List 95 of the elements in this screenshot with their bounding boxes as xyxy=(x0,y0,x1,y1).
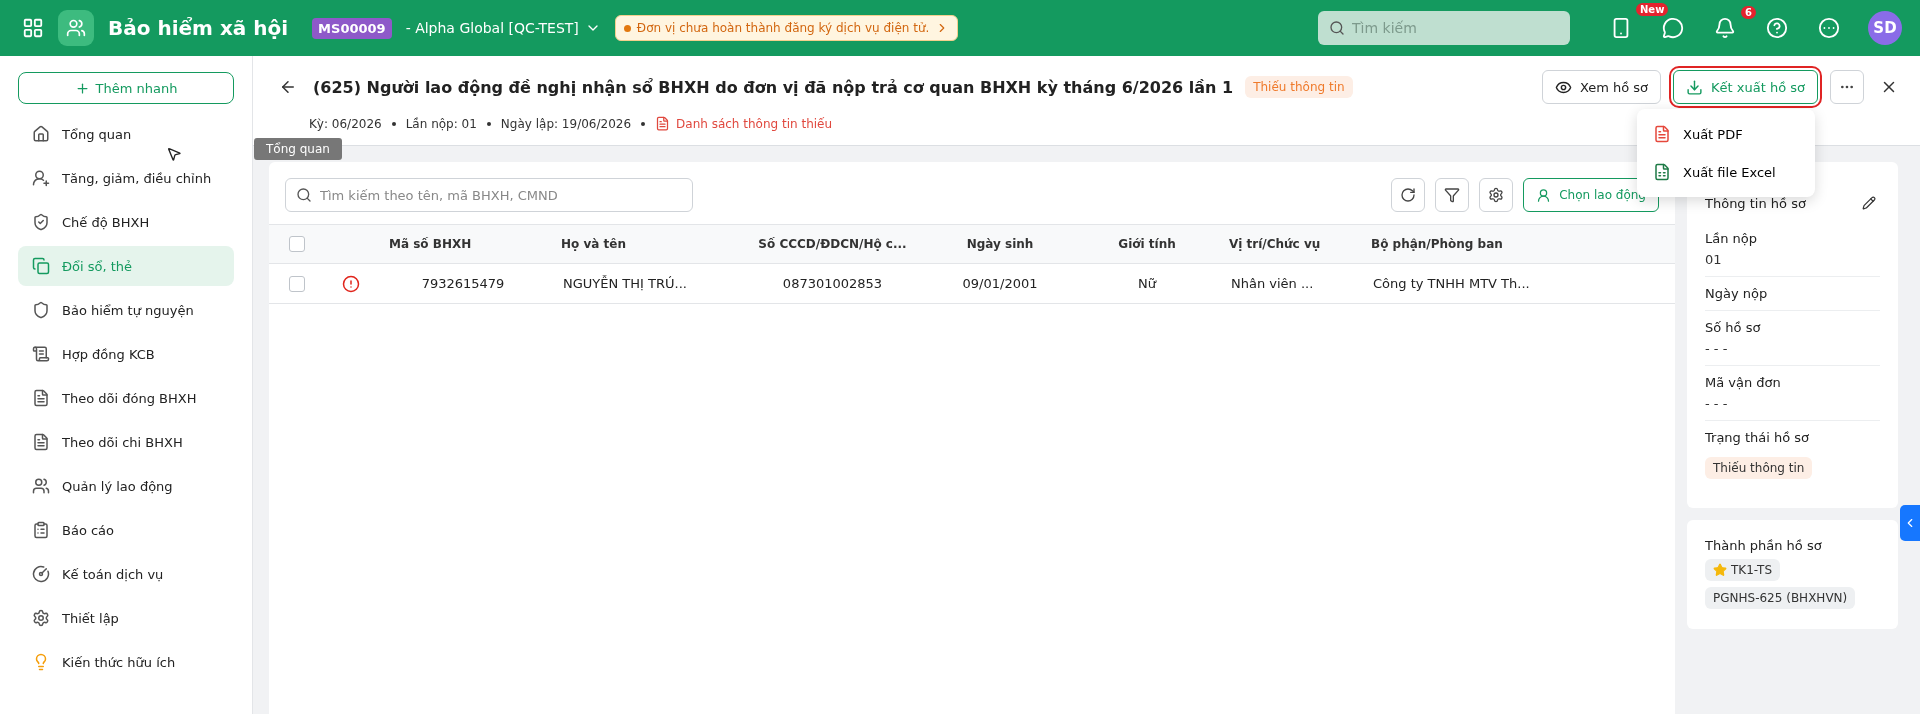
table-cell-text: NGUYỄN THỊ TRÚ... xyxy=(562,274,688,293)
column-header[interactable]: Vị trí/Chức vụ xyxy=(1217,225,1359,263)
organization-dropdown[interactable]: - Alpha Global [QC-TEST] xyxy=(405,20,601,36)
scroll-icon xyxy=(32,345,50,363)
row-checkbox[interactable] xyxy=(289,275,305,292)
column-header[interactable]: Số CCCD/ĐDCN/Hộ c... xyxy=(742,225,923,263)
sidebar-item[interactable]: Quản lý lao động xyxy=(18,466,234,506)
shield-icon xyxy=(32,301,50,319)
column-header[interactable]: Ngày sinh xyxy=(923,225,1077,263)
app-title: Bảo hiểm xã hội xyxy=(108,16,289,40)
panel-title: Thành phần hồ sơ xyxy=(1705,538,1823,553)
table-cell-text: 087301002853 xyxy=(781,275,884,293)
field-label: Ngày nộp xyxy=(1705,286,1769,301)
bell-icon xyxy=(1714,17,1736,39)
field-value: - - - xyxy=(1705,341,1729,356)
view-record-button[interactable]: Xem hồ sơ xyxy=(1541,70,1662,104)
sidebar-item[interactable]: Bảo hiểm tự nguyện xyxy=(18,290,234,330)
chat-icon xyxy=(1662,17,1684,39)
home-icon xyxy=(32,125,50,143)
pencil-icon xyxy=(1862,196,1876,210)
gauge-icon xyxy=(32,565,50,583)
table-row[interactable]: 7932615479 NGUYỄN THỊ TRÚ... 087301002853 09/01/2001 Nữ Nhân viên ... Công ty TNHH MTV Th... xyxy=(269,264,1675,304)
refresh-button[interactable] xyxy=(1391,178,1426,212)
document-icon xyxy=(32,433,50,451)
sidebar-item[interactable]: Theo dõi chi BHXH xyxy=(18,422,234,462)
search-field[interactable]: Tìm kiếm xyxy=(1318,11,1570,45)
field-label: Mã vận đơn xyxy=(1705,375,1782,390)
panel-title: Thông tin hồ sơ xyxy=(1705,195,1806,211)
table-cell-text: Nhân viên ... xyxy=(1230,275,1315,293)
table-cell-text: 7932615479 xyxy=(420,275,506,293)
select-all-checkbox[interactable] xyxy=(289,236,305,252)
filter-icon xyxy=(1444,187,1461,203)
table-search-field[interactable]: Tìm kiếm theo tên, mã BHXH, CMND xyxy=(285,178,693,212)
status-tag: Thiếu thông tin xyxy=(1705,457,1813,479)
component-tag: TK1-TS xyxy=(1705,559,1780,581)
download-icon xyxy=(1686,78,1704,96)
document-icon xyxy=(655,116,671,131)
meta-text: Ngày lập: 19/06/2026 xyxy=(500,116,632,131)
notice-dot xyxy=(623,24,631,32)
notification-count: 6 xyxy=(1741,6,1756,19)
field-value: 01 xyxy=(1705,252,1723,267)
apps-menu-icon[interactable] xyxy=(22,17,44,39)
more-icon xyxy=(1818,17,1840,39)
pdf-file-icon xyxy=(1653,125,1671,143)
tooltip: Tổng quan xyxy=(254,138,342,160)
status-tag: Thiếu thông tin xyxy=(1245,76,1353,98)
column-header[interactable]: Bộ phận/Phòng ban xyxy=(1359,225,1587,263)
component-tag: PGNHS-625 (BHXHVN) xyxy=(1705,587,1856,609)
document-icon xyxy=(32,389,50,407)
meta-text: Kỳ: 06/2026 xyxy=(309,116,382,131)
sidebar-item[interactable]: Kiến thức hữu ích xyxy=(18,642,234,682)
users-icon xyxy=(66,18,86,38)
field-label: Trạng thái hồ sơ xyxy=(1705,430,1811,445)
shield-icon xyxy=(32,213,50,231)
column-header[interactable]: Mã số BHXH xyxy=(377,225,549,263)
filter-button[interactable] xyxy=(1435,178,1470,212)
clipboard-icon xyxy=(32,521,50,539)
column-header[interactable]: Giới tính xyxy=(1077,225,1217,263)
settings-button[interactable] xyxy=(1479,178,1514,212)
user-icon xyxy=(1536,187,1552,203)
table-cell-text: Công ty TNHH MTV Th... xyxy=(1372,275,1531,293)
cursor-icon xyxy=(166,146,182,162)
user-plus-icon xyxy=(32,169,50,187)
page-title: (625) Người lao động đề nghị nhận sổ BHXH do đơn vị đã nộp trả cơ quan BHXH kỳ tháng 6/2026 lần 1 xyxy=(313,77,1234,97)
settings-icon xyxy=(32,609,50,627)
column-header[interactable]: Họ và tên xyxy=(549,225,742,263)
sidebar-item[interactable]: Thiết lập xyxy=(18,598,234,638)
table-cell-text: Nữ xyxy=(1137,275,1158,293)
meta-text: Lần nộp: 01 xyxy=(405,116,477,131)
copy-icon xyxy=(32,257,50,275)
table-cell-text: 09/01/2001 xyxy=(961,275,1039,293)
menu-item[interactable]: Xuất PDF xyxy=(1637,115,1815,153)
notice-banner[interactable]: Đơn vị chưa hoàn thành đăng ký dịch vụ điện tử. xyxy=(614,15,959,41)
quick-add-button[interactable]: Thêm nhanh xyxy=(18,72,234,104)
user-avatar[interactable]: SD xyxy=(1868,11,1902,45)
field-label: Lần nộp xyxy=(1705,231,1759,246)
sidebar-item[interactable]: Tổng quan xyxy=(18,114,234,154)
refresh-icon xyxy=(1400,187,1417,203)
sidebar-item[interactable]: Hợp đồng KCB xyxy=(18,334,234,374)
new-badge: New xyxy=(1636,3,1669,16)
plus-icon xyxy=(74,80,90,96)
collapse-button[interactable] xyxy=(1900,505,1920,541)
sidebar-item[interactable]: Chế độ BHXH xyxy=(18,202,234,242)
settings-icon xyxy=(1488,187,1505,203)
sidebar-item[interactable]: Tăng, giảm, điều chỉnh xyxy=(18,158,234,198)
field-label: Số hồ sơ xyxy=(1705,320,1762,335)
field-value: - - - xyxy=(1705,396,1729,411)
org-code-tag: MS00009 xyxy=(312,17,392,39)
missing-info-link[interactable]: Danh sách thông tin thiếu xyxy=(655,116,833,131)
spreadsheet-icon xyxy=(1653,163,1671,181)
sidebar-item[interactable]: Theo dõi đóng BHXH xyxy=(18,378,234,418)
sidebar-item[interactable]: Báo cáo xyxy=(18,510,234,550)
sidebar-item[interactable]: Kế toán dịch vụ xyxy=(18,554,234,594)
help-icon xyxy=(1766,17,1788,39)
users-icon xyxy=(32,477,50,495)
